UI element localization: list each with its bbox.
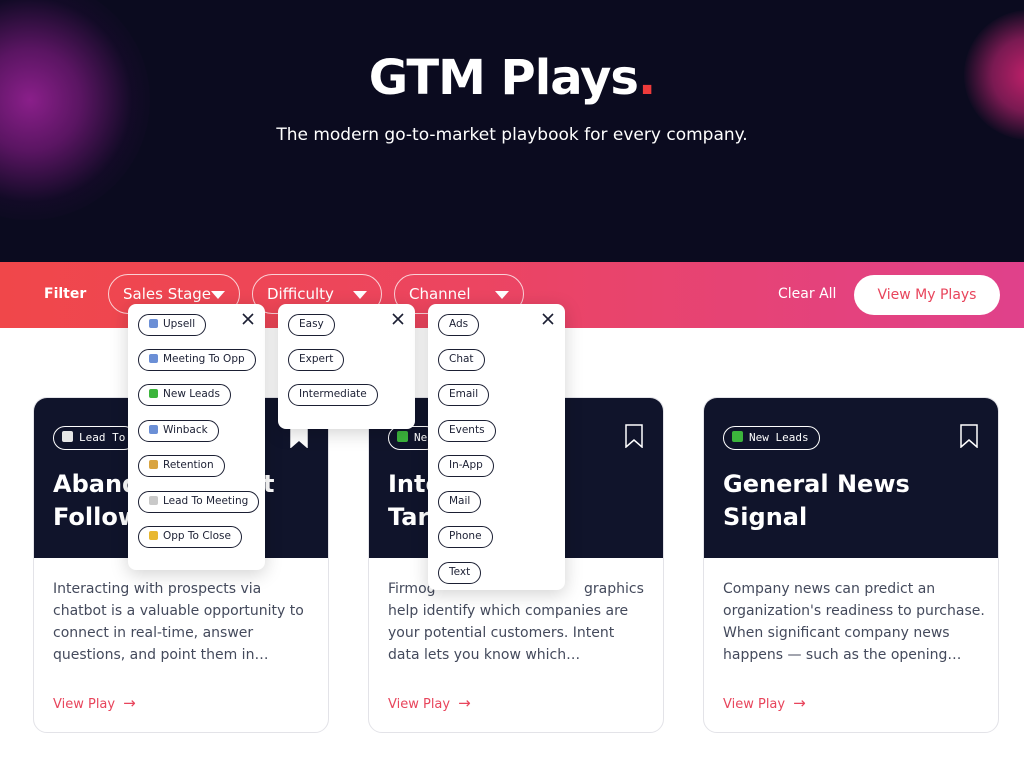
card-title-line: Aband <box>53 470 140 498</box>
sales-stage-dropdown: Upsell Meeting To Opp New Leads Winback … <box>128 304 265 570</box>
option-label: Upsell <box>163 318 196 330</box>
view-play-label: View Play <box>723 697 786 712</box>
difficulty-filter-label: Difficulty <box>267 285 334 303</box>
card-description: Company news can predict an organization… <box>723 581 985 663</box>
option-meeting-to-opp[interactable]: Meeting To Opp <box>138 349 256 371</box>
page-title: GTM Plays. <box>0 50 1024 106</box>
card-desc-fragment: graphics <box>584 581 644 597</box>
card-title: General News Signal <box>723 470 910 531</box>
sales-stage-tag: New Leads <box>723 426 820 450</box>
hero-glow-left <box>0 0 150 220</box>
option-email[interactable]: Email <box>438 384 490 406</box>
close-icon[interactable] <box>241 312 255 326</box>
handshake-icon <box>149 531 158 540</box>
option-upsell[interactable]: Upsell <box>138 314 207 336</box>
option-label: Opp To Close <box>163 530 231 542</box>
arrow-right-icon: → <box>123 694 136 712</box>
option-new-leads[interactable]: New Leads <box>138 384 231 406</box>
play-card[interactable]: New Leads General News Signal Company ne… <box>703 397 999 733</box>
option-easy[interactable]: Easy <box>288 314 335 336</box>
page-title-text: GTM Plays <box>368 50 639 106</box>
bookmark-icon[interactable] <box>625 424 643 448</box>
option-mail[interactable]: Mail <box>438 491 482 513</box>
filter-label: Filter <box>44 286 87 302</box>
option-winback[interactable]: Winback <box>138 420 219 442</box>
view-play-link[interactable]: View Play → <box>53 694 136 712</box>
option-label: Lead To Meeting <box>163 495 249 507</box>
view-my-plays-button[interactable]: View My Plays <box>854 275 1000 315</box>
option-events[interactable]: Events <box>438 420 496 442</box>
channel-dropdown: Ads Chat Email Events In-App Mail Phone … <box>428 304 565 590</box>
hero-banner: GTM Plays. The modern go-to-market playb… <box>0 0 1024 262</box>
option-retention[interactable]: Retention <box>138 455 225 477</box>
option-label: Meeting To Opp <box>163 353 245 365</box>
sales-stage-filter-label: Sales Stage <box>123 285 212 303</box>
check-icon <box>397 431 408 442</box>
option-label: New Leads <box>163 388 220 400</box>
option-intermediate[interactable]: Intermediate <box>288 384 378 406</box>
check-icon <box>732 431 743 442</box>
refresh-icon <box>149 425 158 434</box>
view-play-link[interactable]: View Play → <box>388 694 471 712</box>
arrow-right-icon: → <box>458 694 471 712</box>
option-chat[interactable]: Chat <box>438 349 485 371</box>
option-phone[interactable]: Phone <box>438 526 493 548</box>
card-title-line: Follow <box>53 503 141 531</box>
option-expert[interactable]: Expert <box>288 349 345 371</box>
chevron-down-icon <box>495 291 509 299</box>
page-title-dot: . <box>637 50 656 106</box>
close-icon[interactable] <box>541 312 555 326</box>
channel-filter-label: Channel <box>409 285 471 303</box>
bookmark-icon[interactable] <box>960 424 978 448</box>
clear-all-link[interactable]: Clear All <box>778 286 836 302</box>
card-description: Interacting with prospects via chatbot i… <box>53 581 304 663</box>
view-play-label: View Play <box>53 697 116 712</box>
option-text[interactable]: Text <box>438 562 482 584</box>
tag-label: Lead To <box>79 431 126 444</box>
tag-label: New Leads <box>749 431 809 444</box>
option-label: Winback <box>163 424 208 436</box>
check-icon <box>149 389 158 398</box>
arrow-right-icon: → <box>793 694 806 712</box>
option-ads[interactable]: Ads <box>438 314 480 336</box>
difficulty-dropdown: Easy Expert Intermediate <box>278 304 415 429</box>
calendar-icon <box>62 431 73 442</box>
option-label: Retention <box>163 459 214 471</box>
tag-label: Ne <box>414 431 428 444</box>
page-subtitle: The modern go-to-market playbook for eve… <box>276 125 748 145</box>
option-opp-to-close[interactable]: Opp To Close <box>138 526 242 548</box>
card-header: New Leads General News Signal <box>704 398 998 558</box>
up-arrow-icon <box>149 319 158 328</box>
card-desc-rest: help identify which companies are your p… <box>388 603 629 663</box>
lock-icon <box>149 460 158 469</box>
card-title-line: Tar <box>388 503 430 531</box>
card-description: Firmog graphics help identify which compa… <box>388 578 650 666</box>
chevron-down-icon <box>211 291 225 299</box>
close-icon[interactable] <box>391 312 405 326</box>
fast-forward-icon <box>149 354 158 363</box>
calendar-icon <box>149 496 158 505</box>
sales-stage-tag: Lead To <box>53 426 137 450</box>
chevron-down-icon <box>353 291 367 299</box>
option-lead-to-meeting[interactable]: Lead To Meeting <box>138 491 260 513</box>
view-play-link[interactable]: View Play → <box>723 694 806 712</box>
option-in-app[interactable]: In-App <box>438 455 494 477</box>
view-play-label: View Play <box>388 697 451 712</box>
